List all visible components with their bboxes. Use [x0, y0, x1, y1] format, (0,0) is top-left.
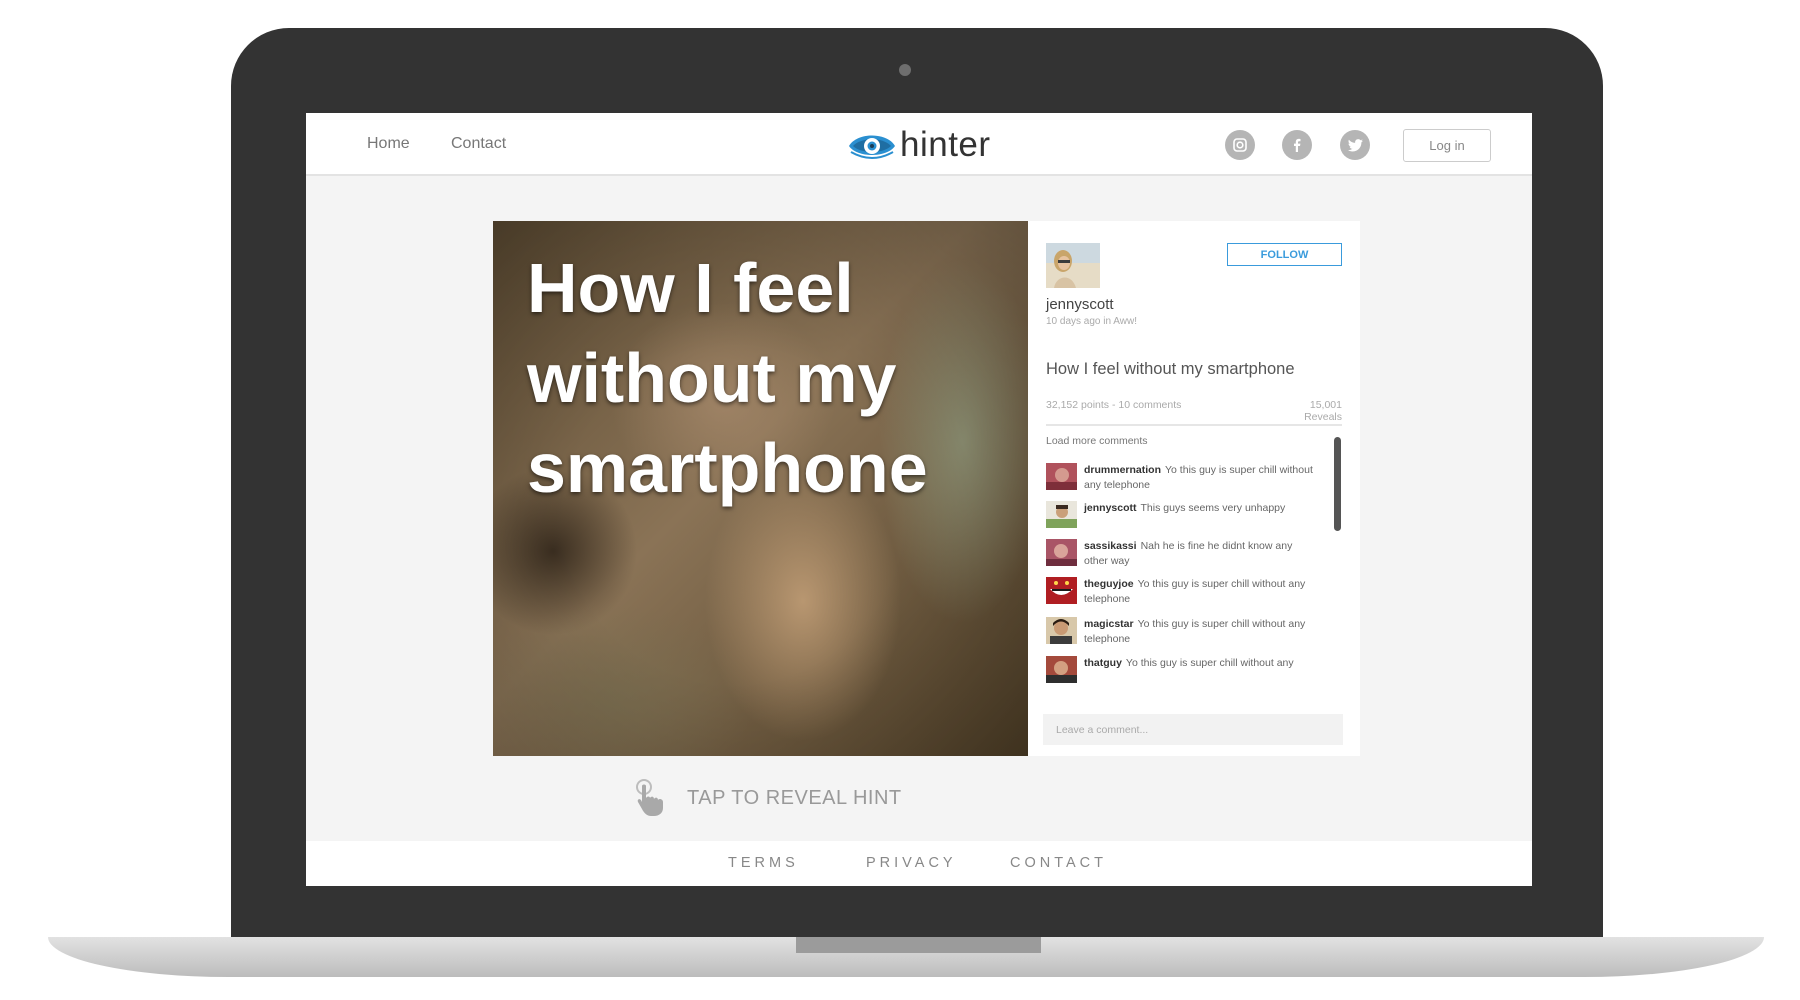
divider	[1046, 424, 1342, 426]
follow-button[interactable]: FOLLOW	[1227, 243, 1342, 266]
nav-contact-link[interactable]: Contact	[451, 135, 506, 153]
tap-hand-icon	[636, 779, 663, 816]
commenter-avatar[interactable]	[1046, 501, 1077, 528]
nav-home-link[interactable]: Home	[367, 135, 410, 153]
footer-terms-link[interactable]: TERMS	[728, 855, 799, 871]
facebook-button[interactable]	[1282, 130, 1312, 160]
load-more-comments-link[interactable]: Load more comments	[1046, 435, 1148, 447]
post-image[interactable]: How I feel without my smartphone	[493, 221, 1028, 756]
logo-text: hinter	[900, 125, 991, 164]
screen: Home Contact hinter Log in How I feel wi…	[306, 113, 1532, 886]
comment-username[interactable]: drummernation	[1084, 464, 1161, 476]
facebook-icon	[1294, 138, 1301, 152]
post-meta: 10 days ago in Aww!	[1046, 316, 1137, 327]
commenter-avatar[interactable]	[1046, 463, 1077, 490]
author-name[interactable]: jennyscott	[1046, 296, 1114, 313]
post-stats: 32,152 points - 10 comments	[1046, 399, 1182, 411]
comment-username[interactable]: sassikassi	[1084, 540, 1137, 552]
comment-username[interactable]: jennyscott	[1084, 502, 1137, 514]
site-header: Home Contact hinter Log in	[306, 113, 1532, 176]
comment-item: sassikassi Nah he is fine he didnt know a…	[1046, 539, 1316, 569]
comment-username[interactable]: magicstar	[1084, 618, 1134, 630]
comment-input[interactable]	[1043, 714, 1343, 745]
footer-privacy-link[interactable]: PRIVACY	[866, 855, 957, 871]
instagram-icon	[1233, 138, 1247, 152]
laptop-notch	[796, 937, 1041, 953]
twitter-icon	[1347, 138, 1363, 151]
post-side-panel: FOLLOW jennyscott 10 days ago in Aww! Ho…	[1028, 221, 1360, 756]
tap-to-reveal-label: TAP TO REVEAL HINT	[687, 786, 902, 809]
author-avatar[interactable]	[1046, 243, 1100, 288]
comment-username[interactable]: theguyjoe	[1084, 578, 1134, 590]
reveals-label: Reveals	[1304, 411, 1342, 423]
post-image-caption: How I feel without my smartphone	[527, 249, 928, 507]
comments-list[interactable]: drummernation Yo this guy is super chill …	[1046, 463, 1316, 709]
comment-item: thatguy Yo this guy is super chill withou…	[1046, 656, 1316, 683]
comment-item: theguyjoe Yo this guy is super chill with…	[1046, 577, 1316, 607]
site-footer: TERMS PRIVACY CONTACT	[306, 841, 1532, 886]
comment-text: Yo this guy is super chill without any	[1125, 657, 1294, 669]
post-title: How I feel without my smartphone	[1046, 360, 1295, 378]
twitter-button[interactable]	[1340, 130, 1370, 160]
comment-item: drummernation Yo this guy is super chill …	[1046, 463, 1316, 493]
hinter-logo[interactable]: hinter	[847, 125, 991, 165]
commenter-avatar[interactable]	[1046, 656, 1077, 683]
camera	[899, 64, 911, 76]
footer-contact-link[interactable]: CONTACT	[1010, 855, 1107, 871]
author-avatar-image	[1046, 243, 1100, 288]
commenter-avatar[interactable]	[1046, 577, 1077, 604]
reveals-count: 15,001	[1309, 399, 1342, 411]
comments-scrollbar[interactable]	[1334, 437, 1341, 531]
eye-logo-icon	[849, 135, 895, 159]
comment-username[interactable]: thatguy	[1084, 657, 1122, 669]
commenter-avatar[interactable]	[1046, 617, 1077, 644]
login-button[interactable]: Log in	[1403, 129, 1491, 162]
comment-text: This guys seems very unhappy	[1140, 502, 1286, 514]
instagram-button[interactable]	[1225, 130, 1255, 160]
tap-to-reveal[interactable]: TAP TO REVEAL HINT	[635, 778, 902, 818]
comment-item: jennyscott This guys seems very unhappy	[1046, 501, 1316, 528]
comment-item: magicstar Yo this guy is super chill with…	[1046, 617, 1316, 647]
reveals-counter: 15,001 Reveals	[1276, 399, 1342, 423]
commenter-avatar[interactable]	[1046, 539, 1077, 566]
